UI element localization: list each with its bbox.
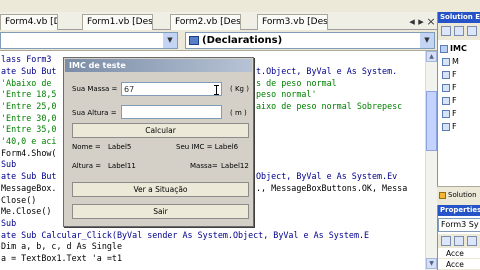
scroll-down-icon[interactable]: ▼ <box>426 258 437 269</box>
editor-vertical-scrollbar[interactable]: ▲ ▼ <box>425 51 437 270</box>
code-line: 'Entre 35,0 <box>1 124 57 134</box>
categorized-icon[interactable] <box>441 236 451 246</box>
declarations-icon <box>189 36 199 45</box>
tab-scroll-right-icon[interactable]: ▸ <box>416 15 426 28</box>
chevron-down-icon[interactable]: ▼ <box>163 33 177 48</box>
label11: Label11 <box>108 162 136 170</box>
close-icon[interactable]: × <box>426 15 436 28</box>
properties-toolbar <box>438 234 480 248</box>
code-line-tail: peso normal' <box>256 89 317 99</box>
file-icon <box>442 110 450 118</box>
property-row[interactable]: Acce <box>438 260 480 270</box>
code-line-tail: ., MessageBoxButtons.OK, Messa <box>256 183 408 193</box>
tab-label: Form4.vb [Design] <box>5 17 57 27</box>
refresh-icon[interactable] <box>467 26 477 36</box>
solution-explorer-panel: Solution Ex IMC M F F F F F <box>437 12 480 204</box>
code-line: 'Entre 30,0 <box>1 113 57 123</box>
altura-input[interactable] <box>121 105 222 119</box>
property-pages-icon[interactable] <box>467 236 477 246</box>
file-icon <box>442 123 450 131</box>
method-name-value: (Declarations) <box>202 35 283 46</box>
tab-form2-design[interactable]: Form2.vb [Design] <box>170 14 241 30</box>
massa-input[interactable] <box>121 82 222 96</box>
tab-label: Form3.vb [Design] <box>262 17 328 27</box>
text-cursor-icon <box>214 85 219 95</box>
form-title: IMC de teste <box>69 61 126 70</box>
code-line: 'Entre 18,5 <box>1 89 57 99</box>
tab-label: Form1.vb [Design] <box>87 17 153 27</box>
file-icon <box>442 71 450 79</box>
tab-form4-design[interactable]: Form4.vb [Design] <box>0 14 58 30</box>
solution-file-item[interactable]: F <box>452 122 457 132</box>
calcular-button[interactable]: Calcular <box>72 123 249 138</box>
code-line: lass Form3 <box>1 54 52 64</box>
code-line: Close() <box>1 195 37 205</box>
show-all-files-icon[interactable] <box>454 26 464 36</box>
file-icon <box>442 84 450 92</box>
code-line-tail: t.Object, ByVal e As System. <box>256 66 398 76</box>
tab-form3-design[interactable]: Form3.vb [Design] <box>257 14 328 30</box>
imc-form-window: IMC de teste Sua Massa = ( Kg ) Sua Altu… <box>63 57 254 227</box>
code-line: Form4.Show( <box>1 148 57 158</box>
altura-unit-label: ( m ) <box>230 109 247 117</box>
code-line: a = TextBox1.Text 'a =t1 <box>1 253 123 263</box>
massa-label: Sua Massa = <box>72 85 118 93</box>
properties-panel: Properties Form3 Sy Acce Acce <box>437 205 480 270</box>
tab-form1-design[interactable]: Form1.vb [Design] <box>82 14 153 30</box>
properties-icon[interactable] <box>441 26 451 36</box>
code-line: ate Sub But <box>1 66 57 76</box>
code-line: Me.Close() <box>1 206 52 216</box>
altura-row-label: Altura = <box>72 162 102 170</box>
form-title-bar[interactable]: IMC de teste <box>65 59 252 72</box>
massa-unit-label: ( Kg ) <box>230 85 249 93</box>
altura-label: Sua Altura = <box>72 109 117 117</box>
solution-file-item[interactable]: F <box>452 83 457 93</box>
alphabetical-icon[interactable] <box>454 236 464 246</box>
document-tab-strip: Form4.vb [Design] Form1.vb [Design] Form… <box>0 12 437 30</box>
code-line: 'Abaixo de <box>1 78 57 88</box>
code-line-tail: aixo de peso normal Sobrepesc <box>256 101 403 111</box>
massa-row-label: Massa= <box>190 162 218 170</box>
vs-ide-window: Form4.vb [Design] Form1.vb [Design] Form… <box>0 0 480 270</box>
scrollbar-thumb[interactable] <box>426 91 437 151</box>
properties-object-selector[interactable]: Form3 Sy <box>438 218 480 232</box>
project-icon <box>440 45 448 53</box>
label5: Label5 <box>108 143 132 151</box>
solution-file-item[interactable]: F <box>452 109 457 119</box>
solution-icon <box>439 192 446 199</box>
nome-label: Nome = <box>72 143 101 151</box>
method-name-dropdown[interactable]: (Declarations) ▼ <box>185 32 435 49</box>
label12: Label12 <box>221 162 249 170</box>
code-line: Sub <box>1 159 17 169</box>
property-row[interactable]: Acce <box>438 249 480 259</box>
code-line-tail: Object, ByVal e As System.Ev <box>256 171 398 181</box>
code-line: ate Sub Calcular_Click(ByVal sender As S… <box>1 230 370 240</box>
code-line: Sub <box>1 218 17 228</box>
code-line: '40,0 e aci <box>1 136 57 146</box>
file-icon <box>442 58 450 66</box>
solution-file-item[interactable]: F <box>452 70 457 80</box>
code-navigation-bar: ▼ (Declarations) ▼ <box>0 30 437 51</box>
code-line: ate Sub But <box>1 171 57 181</box>
code-line: Dim a, b, c, d As Single <box>1 241 123 251</box>
scroll-up-icon[interactable]: ▲ <box>426 51 437 62</box>
solution-file-item[interactable]: M <box>452 57 459 67</box>
solution-explorer-tab[interactable]: Solution <box>437 186 480 204</box>
solution-explorer-title: Solution Ex <box>438 12 480 23</box>
tab-label: Form2.vb [Design] <box>175 17 241 27</box>
chevron-down-icon[interactable]: ▼ <box>420 33 434 48</box>
code-line: 'Entre 25,0 <box>1 101 57 111</box>
properties-title: Properties <box>438 205 480 216</box>
code-line-tail: s de peso normal <box>256 78 337 88</box>
solution-tab-label: Solution <box>448 191 477 199</box>
ver-situacao-button[interactable]: Ver a Situação <box>72 182 249 197</box>
code-line: MessageBox. <box>1 183 57 193</box>
solution-project-item[interactable]: IMC <box>450 44 467 54</box>
solution-explorer-toolbar <box>438 23 480 40</box>
seu-imc-label: Seu IMC = Label6 <box>176 143 239 151</box>
file-icon <box>442 97 450 105</box>
solution-file-item[interactable]: F <box>452 96 457 106</box>
sair-button[interactable]: Sair <box>72 204 249 219</box>
class-name-dropdown[interactable]: ▼ <box>0 32 178 49</box>
